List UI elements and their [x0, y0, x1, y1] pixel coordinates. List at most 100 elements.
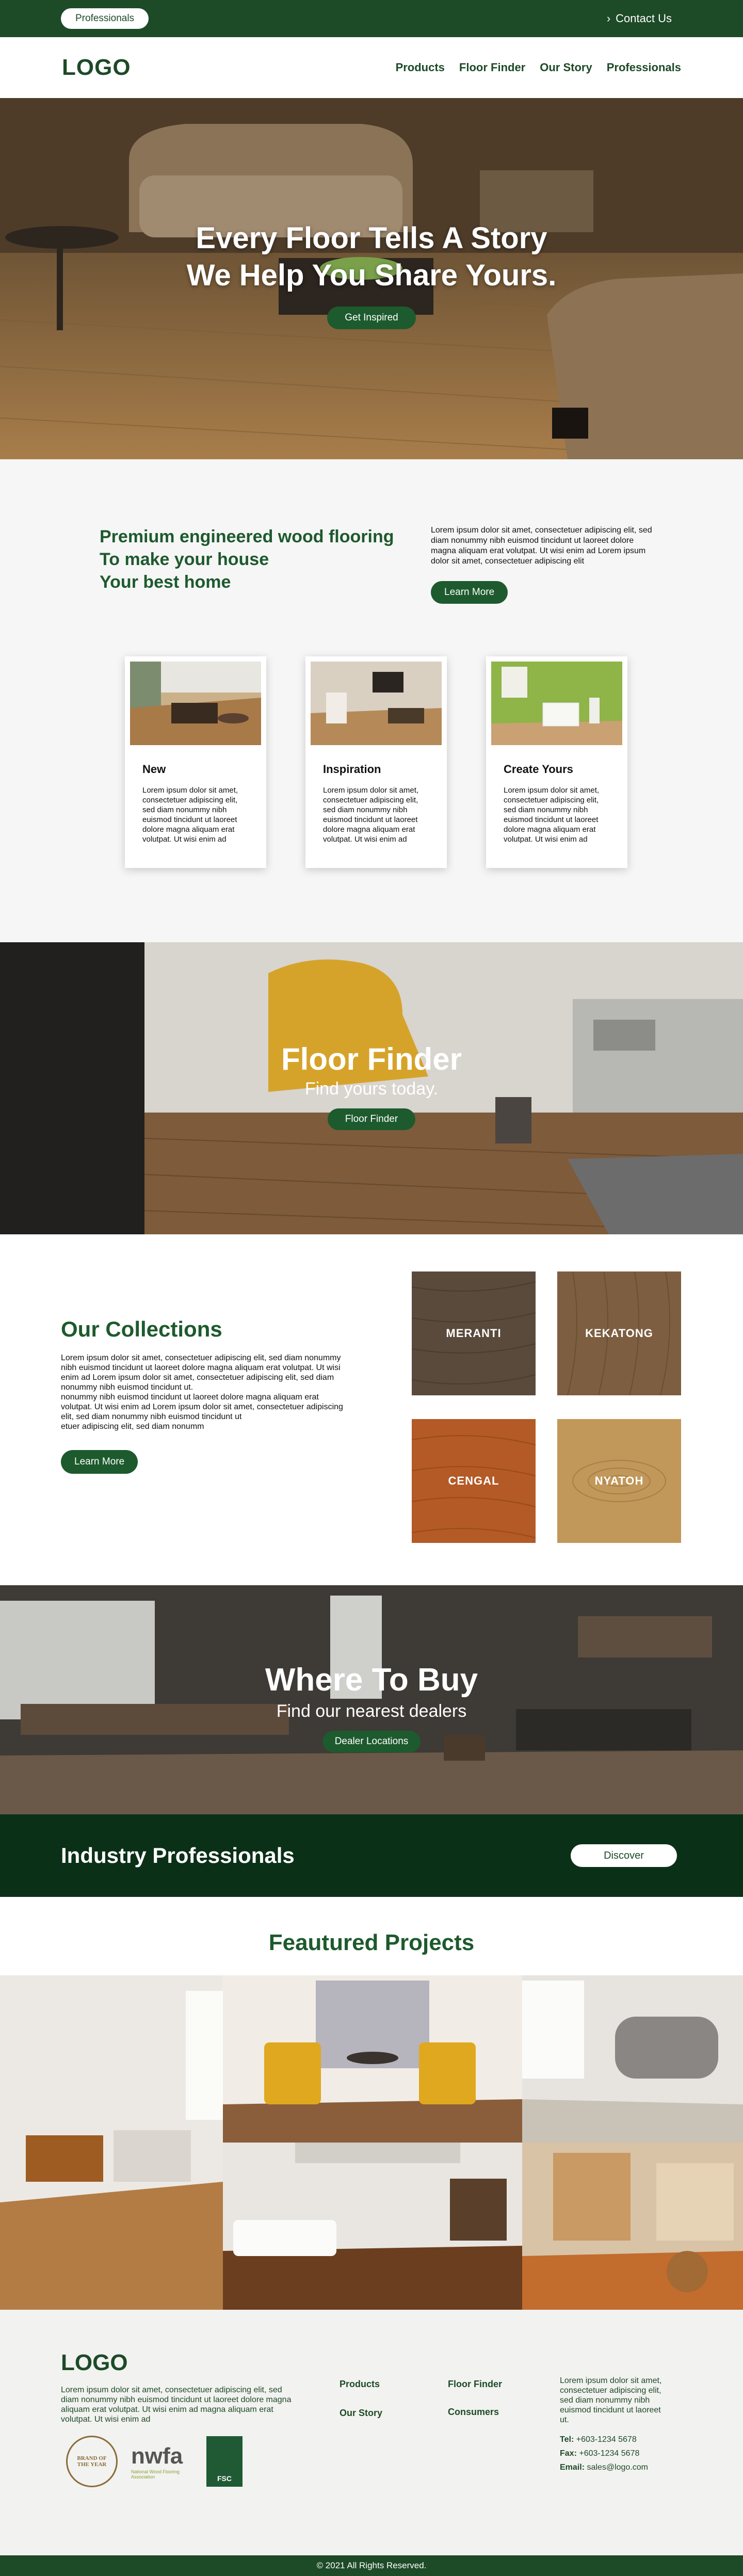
nwfa-logo-text: nwfa [131, 2443, 183, 2469]
hero-content: Every Floor Tells A Story We Help You Sh… [0, 220, 743, 329]
card-inspiration-body: Lorem ipsum dolor sit amet, consectetuer… [323, 786, 419, 844]
where-to-buy-content: Where To Buy Find our nearest dealers De… [0, 1662, 743, 1752]
card-new-body: Lorem ipsum dolor sit amet, consectetuer… [142, 786, 238, 844]
project-image-3[interactable] [522, 1975, 743, 2143]
email-label: Email: [560, 2463, 585, 2472]
intro-heading-line2: To make your house [100, 550, 269, 569]
swatch-meranti[interactable]: MERANTI [412, 1271, 536, 1395]
card-inspiration-image [311, 662, 442, 745]
where-to-buy-subtitle: Find our nearest dealers [276, 1701, 467, 1721]
swatch-kekatong-label: KEKATONG [585, 1327, 653, 1340]
floor-finder-banner: Floor Finder Find yours today. Floor Fin… [0, 942, 743, 1234]
cards-row: New Lorem ipsum dolor sit amet, consecte… [125, 656, 627, 868]
professionals-pill-button[interactable]: Professionals [61, 8, 149, 29]
card-new-title: New [142, 763, 166, 776]
card-create-yours-title: Create Yours [504, 763, 573, 776]
footer-logo[interactable]: LOGO [61, 2350, 128, 2376]
swatch-nyatoh-label: NYATOH [594, 1474, 644, 1487]
main-nav: LOGO Products Floor Finder Our Story Pro… [0, 37, 743, 98]
intro-text: Lorem ipsum dolor sit amet, consectetuer… [431, 526, 652, 566]
collections-body-part3: etuer adipiscing elit, sed diam nonumm [61, 1422, 204, 1431]
card-inspiration-title: Inspiration [323, 763, 381, 776]
where-to-buy-title: Where To Buy [265, 1662, 478, 1698]
discover-button[interactable]: Discover [571, 1844, 677, 1867]
collections-section: Our Collections Lorem ipsum dolor sit am… [0, 1234, 743, 1585]
where-to-buy-banner: Where To Buy Find our nearest dealers De… [0, 1585, 743, 1814]
card-inspiration[interactable]: Inspiration Lorem ipsum dolor sit amet, … [305, 656, 447, 868]
collections-body-part2: nonummy nibh euismod tincidunt ut laoree… [61, 1393, 343, 1421]
nav-link-floor-finder[interactable]: Floor Finder [459, 61, 525, 74]
industry-professionals-bar: Industry Professionals Discover [0, 1814, 743, 1897]
dealer-locations-button[interactable]: Dealer Locations [322, 1731, 421, 1752]
get-inspired-button[interactable]: Get Inspired [327, 307, 416, 329]
featured-projects-section: Feautured Projects [0, 1897, 743, 2310]
project-image-4[interactable] [223, 2143, 522, 2310]
nav-link-our-story[interactable]: Our Story [540, 61, 592, 74]
featured-title: Feautured Projects [268, 1930, 475, 1955]
card-create-yours-image [491, 662, 622, 745]
nwfa-subtext: National Wood Flooring Association [131, 2469, 180, 2480]
chevron-right-icon: › [606, 12, 611, 25]
swatch-kekatong[interactable]: KEKATONG [557, 1271, 681, 1395]
top-bar: Professionals › Contact Us [0, 0, 743, 37]
intro-heading-line3: Your best home [100, 572, 231, 592]
swatch-cengal[interactable]: CENGAL [412, 1419, 536, 1543]
collections-intro: Our Collections Lorem ipsum dolor sit am… [61, 1317, 350, 1474]
intro-learn-more-button[interactable]: Learn More [431, 581, 508, 604]
hero-heading-line1: Every Floor Tells A Story [196, 221, 547, 255]
copyright-text: © 2021 All Rights Reserved. [316, 2561, 427, 2570]
intro-body: Lorem ipsum dolor sit amet, consectetuer… [431, 525, 658, 604]
contact-link[interactable]: › Contact Us [607, 12, 672, 25]
wood-swatches: MERANTI KEKATONG CENGAL NYATOH [412, 1271, 681, 1543]
footer-contact: Tel: +603-1234 5678 Fax: +603-1234 5678 … [560, 2433, 648, 2474]
industry-title: Industry Professionals [61, 1843, 295, 1867]
intro-heading: Premium engineered wood flooring To make… [100, 525, 430, 593]
brand-of-the-year-badge: BRAND OF THE YEAR [66, 2436, 118, 2487]
floor-finder-button[interactable]: Floor Finder [327, 1108, 416, 1130]
collections-body: Lorem ipsum dolor sit amet, consectetuer… [61, 1353, 350, 1431]
fsc-text: FSC [217, 2474, 232, 2483]
footer-link-floor-finder[interactable]: Floor Finder [448, 2379, 502, 2390]
email-value[interactable]: sales@logo.com [587, 2463, 648, 2472]
project-image-5[interactable] [522, 2143, 743, 2310]
floor-finder-title: Floor Finder [281, 1042, 462, 1076]
fax-label: Fax: [560, 2449, 577, 2458]
fax-value: +603-1234 5678 [579, 2449, 640, 2458]
footer-about-text: Lorem ipsum dolor sit amet, consectetuer… [61, 2386, 292, 2424]
nav-link-products[interactable]: Products [396, 61, 445, 74]
floor-finder-subtitle: Find yours today. [304, 1079, 439, 1099]
hero-heading-line2: We Help You Share Yours. [186, 259, 557, 292]
footer: LOGO Lorem ipsum dolor sit amet, consect… [0, 2310, 743, 2555]
footer-link-products[interactable]: Products [340, 2379, 380, 2390]
copyright-bar: © 2021 All Rights Reserved. [0, 2555, 743, 2576]
tel-value[interactable]: +603-1234 5678 [576, 2435, 637, 2444]
contact-label: Contact Us [616, 12, 672, 25]
footer-link-consumers[interactable]: Consumers [448, 2407, 499, 2418]
nwfa-badge: nwfa National Wood Flooring Association [131, 2443, 193, 2480]
swatch-cengal-label: CENGAL [448, 1474, 499, 1487]
nav-link-professionals[interactable]: Professionals [607, 61, 681, 74]
brand-of-the-year-text: BRAND OF THE YEAR [77, 2455, 107, 2468]
nav-links: Products Floor Finder Our Story Professi… [396, 61, 681, 74]
project-image-2[interactable] [223, 1975, 522, 2143]
floor-finder-content: Floor Finder Find yours today. Floor Fin… [0, 1041, 743, 1130]
featured-gallery [0, 1975, 743, 2310]
collections-body-part1: Lorem ipsum dolor sit amet, consectetuer… [61, 1354, 341, 1392]
swatch-nyatoh[interactable]: NYATOH [557, 1419, 681, 1543]
card-new[interactable]: New Lorem ipsum dolor sit amet, consecte… [125, 656, 266, 868]
card-new-image [130, 662, 261, 745]
card-create-yours-body: Lorem ipsum dolor sit amet, consectetuer… [504, 786, 600, 844]
intro-heading-line1: Premium engineered wood flooring [100, 527, 394, 546]
project-image-1[interactable] [0, 1975, 223, 2310]
swatch-meranti-label: MERANTI [446, 1327, 502, 1340]
collections-title: Our Collections [61, 1317, 222, 1341]
fsc-badge: FSC [206, 2436, 243, 2487]
card-create-yours[interactable]: Create Yours Lorem ipsum dolor sit amet,… [486, 656, 627, 868]
footer-link-our-story[interactable]: Our Story [340, 2408, 382, 2419]
intro-section: Premium engineered wood flooring To make… [0, 459, 743, 942]
logo[interactable]: LOGO [62, 55, 131, 81]
certification-badges: BRAND OF THE YEAR nwfa National Wood Flo… [66, 2436, 243, 2487]
tel-label: Tel: [560, 2435, 574, 2444]
collections-learn-more-button[interactable]: Learn More [61, 1450, 138, 1474]
footer-right-text: Lorem ipsum dolor sit amet, consectetuer… [560, 2376, 662, 2424]
